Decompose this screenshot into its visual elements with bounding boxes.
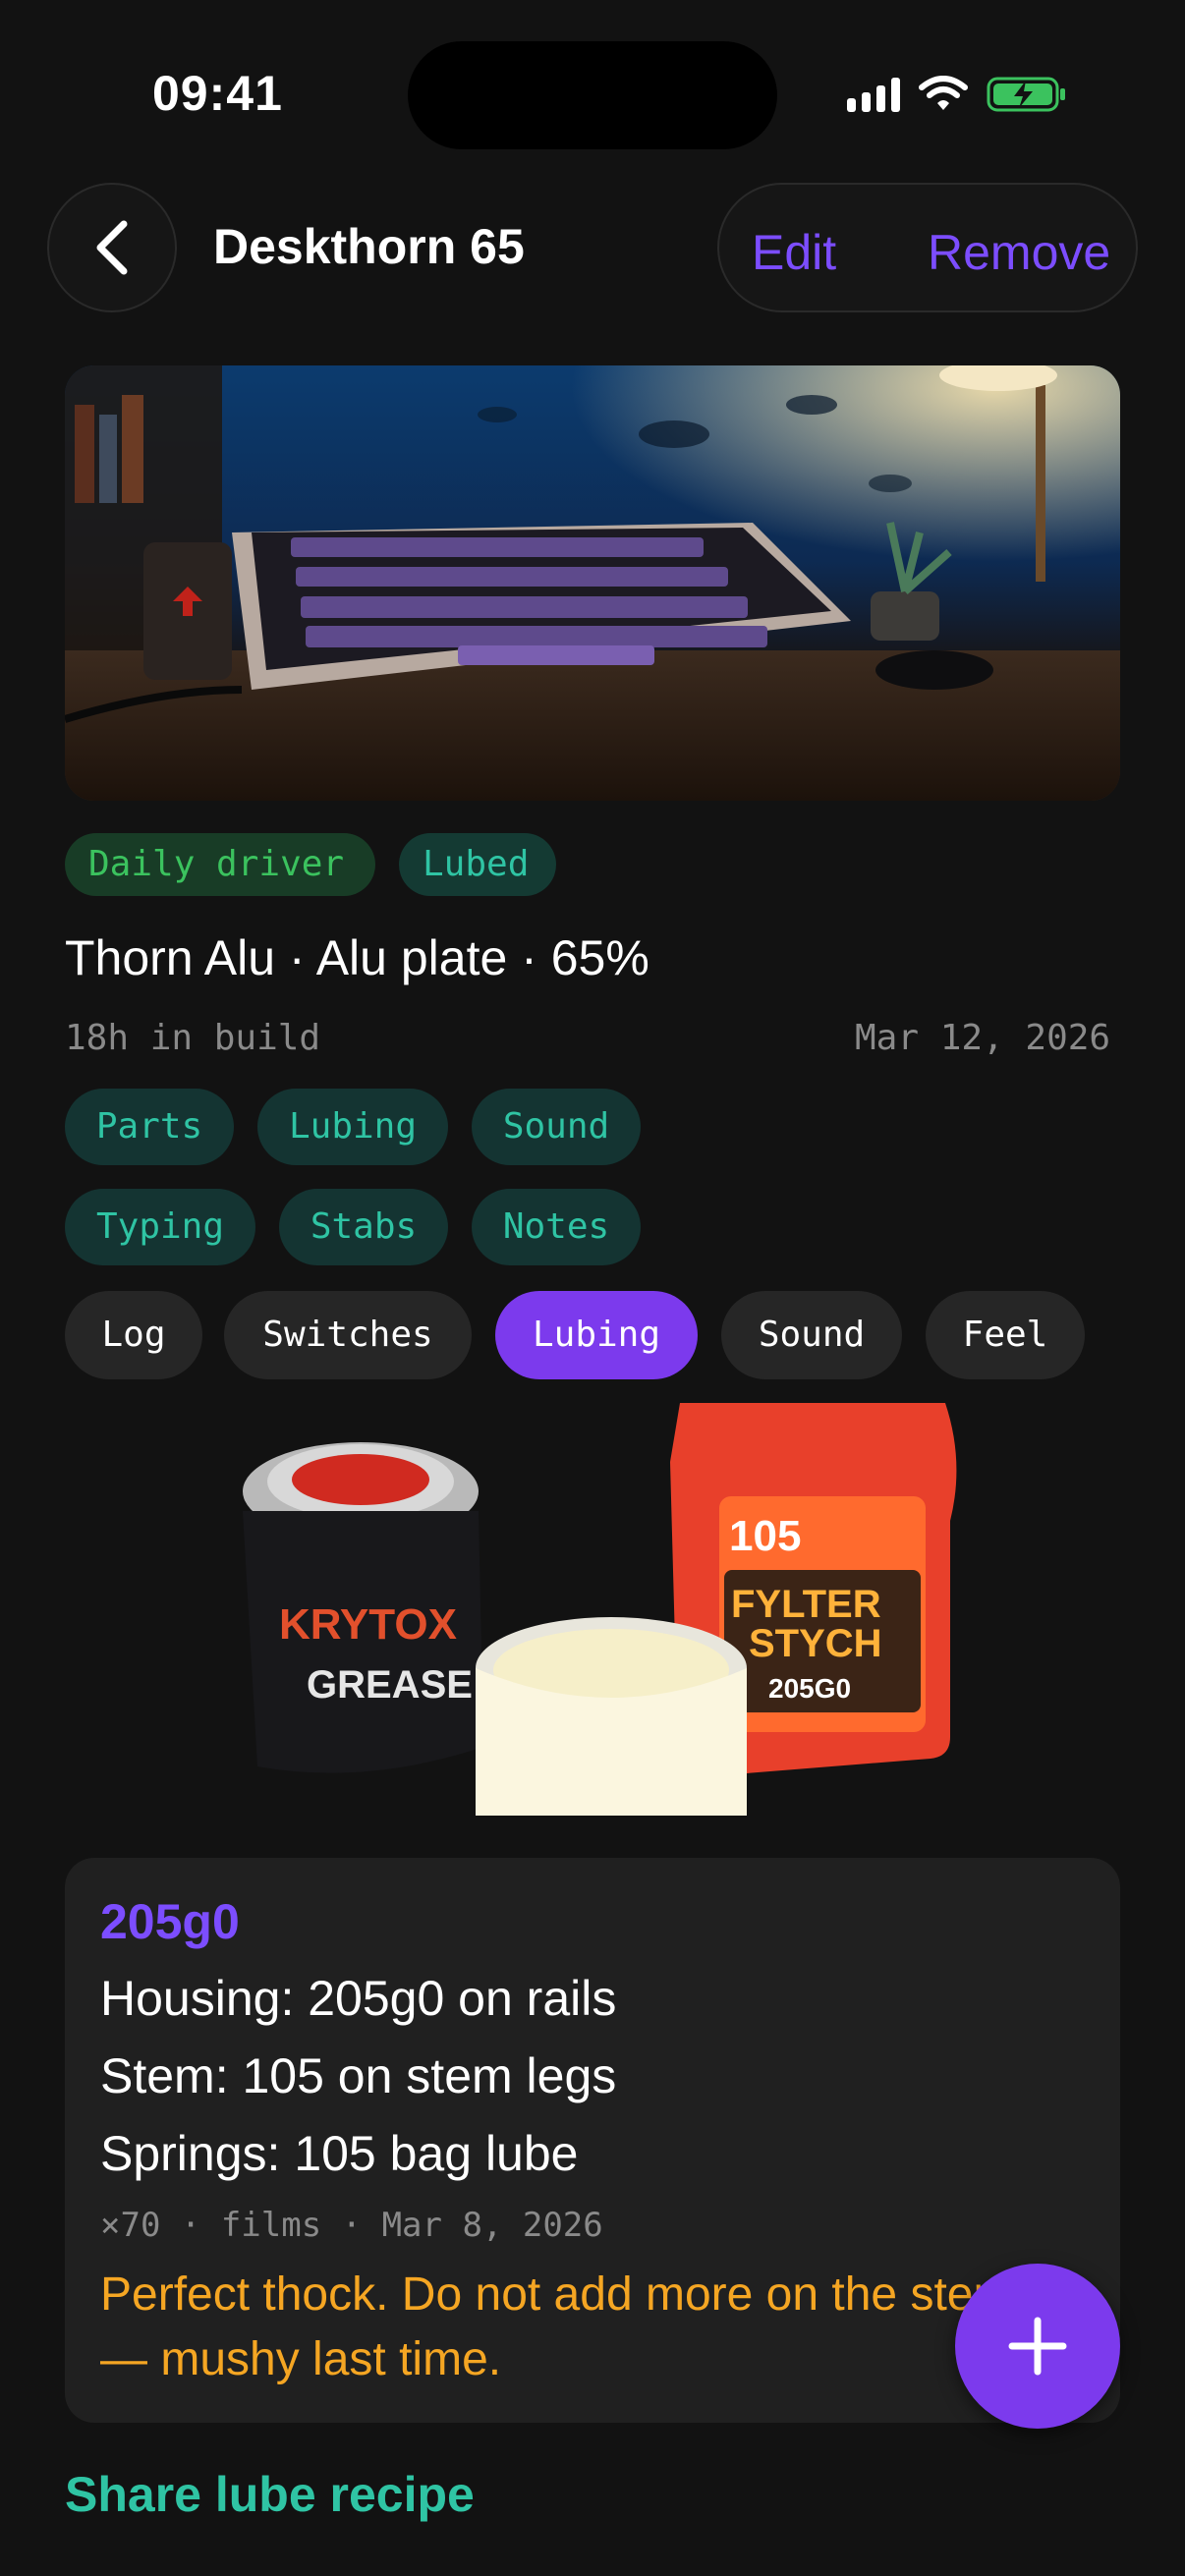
recipe-housing: Housing: 205g0 on rails xyxy=(100,1971,617,2026)
build-spec: Thorn Alu · Alu plate · 65% xyxy=(65,930,649,985)
tab-sound[interactable]: Sound xyxy=(721,1291,902,1379)
section-typing[interactable]: Typing xyxy=(65,1189,255,1265)
tab-log[interactable]: Log xyxy=(65,1291,202,1379)
tab-switches[interactable]: Switches xyxy=(224,1291,472,1379)
build-date: Mar 12, 2026 xyxy=(855,1018,1111,1058)
tag-lubed: Lubed xyxy=(399,833,556,896)
share-lube-recipe-link[interactable]: Share lube recipe xyxy=(65,2466,475,2523)
cellular-signal-icon xyxy=(847,77,900,112)
bottle-number: 105 xyxy=(729,1512,801,1560)
lube-products-image: 105 FYLTER STYCH 205G0 KRYTOX GREASE xyxy=(218,1403,959,1816)
recipe-title: 205g0 xyxy=(100,1894,240,1949)
tab-feel[interactable]: Feel xyxy=(926,1291,1085,1379)
battery-charging-icon xyxy=(987,77,1065,112)
wifi-icon xyxy=(919,76,968,110)
status-icons xyxy=(847,75,1067,114)
section-notes[interactable]: Notes xyxy=(472,1189,641,1265)
section-sound[interactable]: Sound xyxy=(472,1089,641,1165)
tab-lubing[interactable]: Lubing xyxy=(495,1291,698,1379)
recipe-springs: Springs: 105 bag lube xyxy=(100,2126,579,2181)
plus-icon xyxy=(1008,2317,1067,2376)
recipe-meta: ×70 · films · Mar 8, 2026 xyxy=(100,2206,603,2245)
back-button[interactable] xyxy=(47,183,177,312)
section-lubing[interactable]: Lubing xyxy=(257,1089,448,1165)
add-fab-button[interactable] xyxy=(955,2264,1120,2429)
keyboard-hero-image xyxy=(65,365,1120,801)
section-stabs[interactable]: Stabs xyxy=(279,1189,448,1265)
recipe-note: Perfect thock. Do not add more on the st… xyxy=(100,2268,1013,2385)
bottle-brand-1: FYLTER xyxy=(731,1583,881,1626)
remove-button[interactable]: Remove xyxy=(928,224,1110,281)
build-hours: 18h in build xyxy=(65,1018,321,1058)
page-title: Deskthorn 65 xyxy=(213,219,525,274)
tag-daily-driver: Daily driver xyxy=(65,833,375,896)
status-time: 09:41 xyxy=(152,66,283,121)
dynamic-island xyxy=(408,41,777,149)
bottle-grade: 205G0 xyxy=(768,1673,851,1704)
jar-brand: KRYTOX xyxy=(279,1600,457,1649)
header-actions: Edit Remove xyxy=(717,183,1138,312)
recipe-stem: Stem: 105 on stem legs xyxy=(100,2048,617,2103)
bottle-brand-2: STYCH xyxy=(749,1622,882,1665)
section-parts[interactable]: Parts xyxy=(65,1089,234,1165)
jar-label: GREASE xyxy=(307,1663,473,1707)
chevron-left-icon xyxy=(96,220,128,275)
edit-button[interactable]: Edit xyxy=(752,224,836,281)
